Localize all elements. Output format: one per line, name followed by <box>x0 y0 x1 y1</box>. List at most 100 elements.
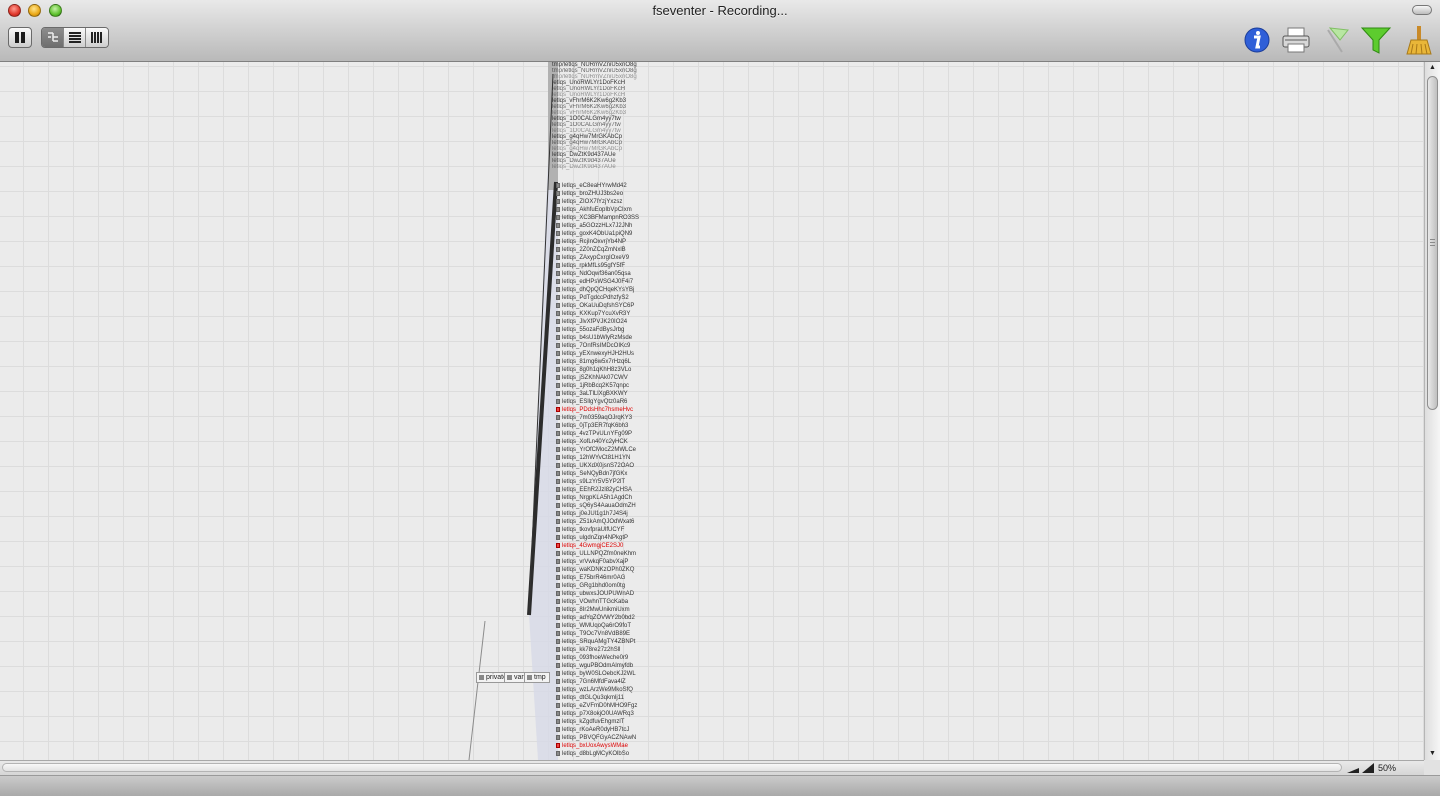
vertical-scrollbar[interactable]: ▲ ▼ <box>1424 62 1440 760</box>
file-item[interactable]: letlqs_eC8eaHYrwMd42 <box>556 182 676 190</box>
file-item[interactable]: letlqs_7Gn6MfdFava4lZ <box>556 678 676 686</box>
file-item[interactable]: letlqs_kZgdfuvEhgmzlT <box>556 718 676 726</box>
file-item[interactable]: letlqs_Z51kAmQJOdWxat6 <box>556 518 676 526</box>
file-item[interactable]: letlqs_4GwmgjCE2SJ0 <box>556 542 676 550</box>
file-item[interactable]: letlqs_7m0359aqOJrqKY3 <box>556 414 676 422</box>
file-item[interactable]: letlqs_VOwhnTTGcKaba <box>556 598 676 606</box>
file-item[interactable]: letlqs_waKDNKzOPh0ZKQ <box>556 566 676 574</box>
file-item[interactable]: letlqs_adYqZOVWY2b0bd2 <box>556 614 676 622</box>
file-item[interactable]: letlqs_12hWYvCt81H1YN <box>556 454 676 462</box>
horizontal-scroll-track[interactable] <box>2 763 1342 772</box>
file-item[interactable]: letlqs_NdOqwf36an05qsa <box>556 270 676 278</box>
file-item[interactable]: letlqs_dtGLQu3qkmlj11 <box>556 694 676 702</box>
file-item[interactable]: letlqs_byW0SLOebcKJ2WL <box>556 670 676 678</box>
file-item[interactable]: letlqs_wguPBOdmAlmyfdb <box>556 662 676 670</box>
file-item[interactable]: letlqs_SeNQyBdn7jfGKx <box>556 470 676 478</box>
file-item[interactable]: letlqs_broZHUJ3bs2eo <box>556 190 676 198</box>
file-item[interactable]: letlqs_7OnfRsIMDcOIKc9 <box>556 342 676 350</box>
file-item[interactable]: letlqs_55ozaFdBysJrbg <box>556 326 676 334</box>
tree-view-icon <box>48 32 58 42</box>
print-icon[interactable] <box>1280 24 1312 56</box>
file-item[interactable]: letlqs_3aLTlLlXgBXKWY <box>556 390 676 398</box>
vertical-scroll-thumb[interactable] <box>1427 76 1438 410</box>
file-item[interactable]: letlqs_T9Oc7Vn8VdB89E <box>556 630 676 638</box>
tree-view-button[interactable] <box>42 28 64 47</box>
horizontal-scrollbar[interactable]: 50% <box>0 760 1424 775</box>
list-view-button[interactable] <box>64 28 86 47</box>
dir-node-tmp[interactable]: tmp <box>524 672 550 683</box>
file-item[interactable]: letlqs_j0eJUl1g1h7J4S4j <box>556 510 676 518</box>
file-item[interactable]: letlqs_tkovfpraUlfUCYF <box>556 526 676 534</box>
event-tree-canvas[interactable]: tmp/letlqs_NURmVZniU5xnO8g tmp/letlqs_NUR… <box>0 62 1424 760</box>
file-item[interactable]: letlqs_wzLArzWe9MkoSfQ <box>556 686 676 694</box>
file-item[interactable]: letlqs_8Ir2MwUnikmiUxm <box>556 606 676 614</box>
stacked-file-item[interactable]: letlqs_DwZtK9d437AUe <box>552 164 616 170</box>
file-item[interactable]: letlqs_OKaUuDqfshSYC6P <box>556 302 676 310</box>
file-item[interactable]: letlqs_2Z0nZCqZmNxlB <box>556 246 676 254</box>
scroll-down-icon[interactable]: ▼ <box>1425 748 1440 760</box>
view-mode-selector <box>41 27 109 48</box>
file-item[interactable]: letlqs_yEXnwexyHJH2HUs <box>556 350 676 358</box>
broom-icon[interactable] <box>1403 24 1435 56</box>
file-item[interactable]: letlqs_093fhoeWeche0r9 <box>556 654 676 662</box>
file-item[interactable]: letlqs_XofLn40Yc2yHCK <box>556 438 676 446</box>
file-item[interactable]: letlqs_goxK4ObUa1piQN9 <box>556 230 676 238</box>
file-item[interactable]: letlqs_s9LzYr5V5YP2lT <box>556 478 676 486</box>
file-item[interactable]: letlqs_EEhR2Jzl82yCHSA <box>556 486 676 494</box>
file-item[interactable]: letlqs_eZVFmD0hMHO9Fgz <box>556 702 676 710</box>
file-item[interactable]: letlqs_rpkMfLs95gfY5fF <box>556 262 676 270</box>
file-item[interactable]: letlqs_b4sU1bWlyRzMsde <box>556 334 676 342</box>
file-item[interactable]: letlqs_NrgpKLA5h1AgdCh <box>556 494 676 502</box>
file-item[interactable]: letlqs_0jTp3ER7fqK6bh3 <box>556 422 676 430</box>
file-item[interactable]: letlqs_ZIOX7lYzjYxzsz <box>556 198 676 206</box>
file-item[interactable]: letlqs_1jRbBcq2K57qnpc <box>556 382 676 390</box>
file-item[interactable]: letlqs_a5GOzzHLx7J2JNh <box>556 222 676 230</box>
file-item[interactable]: letlqs_RcjInOxvrjYb4NP <box>556 238 676 246</box>
file-item[interactable]: letlqs_SRquAMgTY4ZBNPt <box>556 638 676 646</box>
file-list: letlqs_eC8eaHYrwMd42 letlqs_broZHUJ3bs2eo… <box>556 182 676 758</box>
file-item[interactable]: letlqs_GRg1bhd0om0tg <box>556 582 676 590</box>
file-item[interactable]: letlqs_PBVQFGyACZNAwN <box>556 734 676 742</box>
file-item[interactable]: letlqs_XC3BFMampnRO3SS <box>556 214 676 222</box>
file-item[interactable]: letlqs_YrOfCMocZ2MWLCe <box>556 446 676 454</box>
file-item[interactable]: letlqs_UKXdX0jsnS72OAO <box>556 462 676 470</box>
window-toolbar: fseventer - Recording... <box>0 0 1440 62</box>
file-item[interactable]: letlqs_ULLNPQZfm0neKhm <box>556 550 676 558</box>
file-item[interactable]: letlqs_KXKup7YcuXvR3Y <box>556 310 676 318</box>
file-item[interactable]: letlqs_kk78re27z2hSll <box>556 646 676 654</box>
file-item[interactable]: letlqs_jSZKhNAk07CWV <box>556 374 676 382</box>
file-item[interactable]: letlqs_8g0h1qKhH8z3VLo <box>556 366 676 374</box>
file-item[interactable]: letlqs_E75brR46mr0AG <box>556 574 676 582</box>
file-item[interactable]: letlqs_ulgdnZqn4NPkgtP <box>556 534 676 542</box>
file-item[interactable]: letlqs_ubwxsJOUPUWnAD <box>556 590 676 598</box>
info-icon[interactable] <box>1241 24 1273 56</box>
file-item[interactable]: letlqs_PDdsHhc7hsmeHvc <box>556 406 676 414</box>
file-item[interactable]: letlqs_vrVwkqF0abvXajP <box>556 558 676 566</box>
file-item[interactable]: letlqs_dhQpQCHqeKYsYBj <box>556 286 676 294</box>
file-item[interactable]: letlqs_rKoAeR0dyHB7tcJ <box>556 726 676 734</box>
file-item[interactable]: letlqs_sQ6yS4AauaOdmZH <box>556 502 676 510</box>
file-item[interactable]: letlqs_ZAxypCxrgIOxeV9 <box>556 254 676 262</box>
funnel-icon[interactable] <box>1360 24 1392 56</box>
status-bar <box>0 775 1440 796</box>
file-item[interactable]: letlqs_edHPsWSG4J0F4i7 <box>556 278 676 286</box>
scroll-up-icon[interactable]: ▲ <box>1425 62 1440 74</box>
file-item[interactable]: letlqs_AkhfuEopIbVpCIxm <box>556 206 676 214</box>
pause-button[interactable] <box>8 27 32 48</box>
tree-connection-lines <box>468 62 558 760</box>
file-item[interactable]: letlqs_d8bLgMCyKOlbSo <box>556 750 676 758</box>
file-item[interactable]: letlqs_4vzTPvULnYFg09P <box>556 430 676 438</box>
file-item[interactable]: letlqs_JlvXfPVJK20IO24 <box>556 318 676 326</box>
file-item[interactable]: letlqs_PdTgdccPdhzfyS2 <box>556 294 676 302</box>
file-item[interactable]: letlqs_bxUoxAwysWMae <box>556 742 676 750</box>
zoom-in-icon[interactable] <box>1361 762 1375 774</box>
toolbar-toggle-button[interactable] <box>1412 5 1432 15</box>
file-item[interactable]: letlqs_WMUqoQa6rO9foT <box>556 622 676 630</box>
file-item[interactable]: letlqs_81mg6w5x7rHzq6L <box>556 358 676 366</box>
file-item[interactable]: letlqs_ESllgYgvQtz0aR6 <box>556 398 676 406</box>
flag-icon[interactable] <box>1320 24 1352 56</box>
column-view-button[interactable] <box>86 28 108 47</box>
window-title: fseventer - Recording... <box>652 3 788 18</box>
file-item[interactable]: letlqs_p7X8okjO0UAWRq3 <box>556 710 676 718</box>
zoom-out-icon[interactable] <box>1346 762 1360 774</box>
